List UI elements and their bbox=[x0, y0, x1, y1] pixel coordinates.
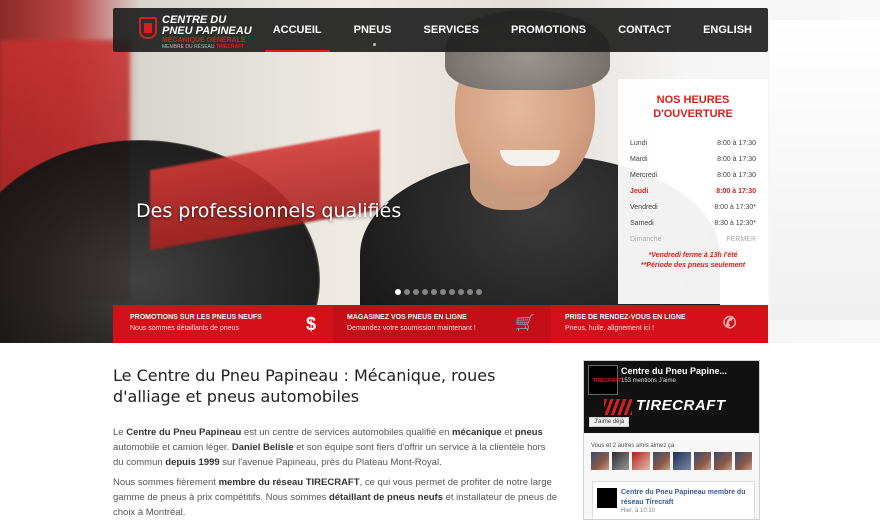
cta-title: PROMOTIONS SUR LES PNEUS NEUFS bbox=[130, 314, 262, 321]
avatar[interactable] bbox=[591, 452, 609, 470]
hours-note: *Vendredi ferme à 13h l'été **Période des… bbox=[640, 252, 746, 269]
nav-item-english[interactable]: ENGLISH bbox=[687, 8, 768, 52]
cta-cart[interactable]: MAGASINEZ VOS PNEUS EN LIGNE Demandez vot… bbox=[333, 305, 551, 343]
nav-item-accueil[interactable]: ACCUEIL bbox=[257, 8, 338, 52]
avatar[interactable] bbox=[714, 452, 732, 470]
facebook-widget[interactable]: TIRECRAFT Centre du Pneu Papine... 153 m… bbox=[583, 360, 760, 520]
hero-window bbox=[770, 20, 880, 320]
slider-dot[interactable] bbox=[422, 289, 428, 295]
avatar[interactable] bbox=[673, 452, 691, 470]
slider-dot[interactable] bbox=[476, 289, 482, 295]
hours-row: Samedi 8:30 à 12:30* bbox=[626, 215, 760, 231]
nav-item-label: SERVICES bbox=[423, 24, 479, 36]
facebook-friend-avatars bbox=[584, 452, 759, 470]
facebook-post-avatar bbox=[597, 488, 617, 508]
slider-dot[interactable] bbox=[467, 289, 473, 295]
cta-dollar[interactable]: PROMOTIONS SUR LES PNEUS NEUFS Nous somme… bbox=[113, 305, 333, 343]
main-navigation: CENTRE DU PNEU PAPINEAU MÉCANIQUE GÉNÉRAL… bbox=[113, 8, 768, 52]
hours-day: Vendredi bbox=[630, 203, 658, 211]
cta-subtitle: Demandez votre soumission maintenant ! bbox=[347, 325, 476, 332]
site-logo[interactable]: CENTRE DU PNEU PAPINEAU MÉCANIQUE GÉNÉRAL… bbox=[139, 14, 252, 50]
facebook-post[interactable]: Centre du Pneu Papineau membre du réseau… bbox=[592, 481, 755, 519]
nav-menu: ACCUEIL PNEUS SERVICES PROMOTIONS CONTACT ENG… bbox=[257, 8, 768, 52]
facebook-like-button[interactable]: J'aime déjà bbox=[589, 417, 630, 427]
intro-paragraph: Le Centre du Pneu Papineau est un centre… bbox=[113, 427, 546, 468]
hours-time: FERMER bbox=[726, 235, 756, 243]
hours-time: 8:00 à 17:30 bbox=[716, 187, 756, 195]
slider-dots bbox=[395, 289, 482, 295]
hours-row: Jeudi 8:00 à 17:30 bbox=[626, 183, 760, 199]
slider-dot[interactable] bbox=[413, 289, 419, 295]
hours-time: 8:00 à 17:30 bbox=[717, 171, 756, 179]
hours-row: Vendredi 8:00 à 17:30* bbox=[626, 199, 760, 215]
hours-table: Lundi 8:00 à 17:30 Mardi 8:00 à 17:30 Mercre… bbox=[626, 135, 760, 247]
cta-title: MAGASINEZ VOS PNEUS EN LIGNE bbox=[347, 314, 467, 321]
cart-icon: 🛒 bbox=[515, 315, 535, 332]
nav-item-promotions[interactable]: PROMOTIONS bbox=[495, 8, 602, 52]
hours-row: Lundi 8:00 à 17:30 bbox=[626, 135, 760, 151]
cta-subtitle: Pneus, huile, alignement ici ! bbox=[565, 325, 655, 332]
logo-shield-icon bbox=[139, 17, 157, 39]
slider-dot[interactable] bbox=[404, 289, 410, 295]
hero-person-smile bbox=[500, 150, 560, 166]
hours-title: NOS HEURES D'OUVERTURE bbox=[653, 94, 733, 120]
slider-dot[interactable] bbox=[440, 289, 446, 295]
cta-phone[interactable]: PRISE DE RENDEZ-VOUS EN LIGNE Pneus, huil… bbox=[551, 305, 768, 343]
hours-day: Jeudi bbox=[630, 187, 649, 195]
logo-text: CENTRE DU PNEU PAPINEAU bbox=[162, 14, 252, 37]
tirecraft-logo-icon bbox=[604, 399, 632, 415]
dropdown-indicator-icon bbox=[372, 43, 376, 46]
dollar-icon: $ bbox=[306, 314, 317, 334]
network-paragraph: Nous sommes fièrement membre du réseau T… bbox=[113, 477, 558, 518]
hours-row: Mercredi 8:00 à 17:30 bbox=[626, 167, 760, 183]
hours-day: Dimanche bbox=[630, 235, 662, 243]
cta-title: PRISE DE RENDEZ-VOUS EN LIGNE bbox=[565, 314, 686, 321]
hero-caption: Des professionnels qualifiés bbox=[136, 200, 402, 222]
hours-day: Samedi bbox=[630, 219, 654, 227]
nav-item-label: CONTACT bbox=[618, 24, 672, 36]
logo-subtitle: MÉCANIQUE GÉNÉRALE bbox=[162, 37, 246, 44]
phone-icon: ✆ bbox=[723, 315, 737, 332]
facebook-cover: TIRECRAFT Centre du Pneu Papine... 153 m… bbox=[584, 361, 759, 433]
nav-item-services[interactable]: SERVICES bbox=[408, 8, 495, 52]
opening-hours-panel: NOS HEURES D'OUVERTURE Lundi 8:00 à 17:30 M… bbox=[618, 79, 768, 304]
hours-day: Mardi bbox=[630, 155, 648, 163]
slider-dot[interactable] bbox=[431, 289, 437, 295]
avatar[interactable] bbox=[693, 452, 711, 470]
page-heading: Le Centre du Pneu Papineau : Mécanique, … bbox=[113, 366, 496, 406]
facebook-cover-brand: TIRECRAFT bbox=[636, 397, 726, 414]
hours-time: 8:00 à 17:30 bbox=[717, 139, 756, 147]
cta-subtitle: Nous sommes détaillants de pneus bbox=[130, 325, 239, 332]
avatar[interactable] bbox=[611, 452, 629, 470]
page: Des professionnels qualifiés CENTRE DU PN… bbox=[0, 0, 880, 520]
hours-row: Dimanche FERMER bbox=[626, 231, 760, 247]
nav-item-label: PROMOTIONS bbox=[510, 24, 587, 36]
hours-day: Lundi bbox=[630, 139, 648, 147]
facebook-page-name[interactable]: Centre du Pneu Papine... bbox=[621, 366, 727, 376]
avatar[interactable] bbox=[632, 452, 650, 470]
avatar[interactable] bbox=[734, 452, 752, 470]
avatar[interactable] bbox=[652, 452, 670, 470]
hours-time: 8:00 à 17:30* bbox=[714, 203, 756, 211]
logo-network: MEMBRE DU RÉSEAU TIRECRAFT bbox=[162, 44, 245, 50]
facebook-likes-count: 153 mentions J'aime bbox=[621, 378, 676, 384]
facebook-friends-text: Vous et 2 autres amis aimez ça bbox=[591, 443, 675, 449]
nav-item-label: ENGLISH bbox=[703, 24, 752, 36]
facebook-post-title[interactable]: Centre du Pneu Papineau membre du réseau… bbox=[621, 488, 754, 508]
nav-item-pneus[interactable]: PNEUS bbox=[338, 8, 408, 52]
nav-item-label: PNEUS bbox=[353, 24, 392, 36]
slider-dot[interactable] bbox=[458, 289, 464, 295]
main-content: Le Centre du Pneu Papineau : Mécanique, … bbox=[113, 365, 558, 520]
hours-row: Mardi 8:00 à 17:30 bbox=[626, 151, 760, 167]
facebook-profile-picture[interactable]: TIRECRAFT bbox=[588, 365, 621, 395]
nav-item-contact[interactable]: CONTACT bbox=[602, 8, 687, 52]
hours-day: Mercredi bbox=[630, 171, 658, 179]
slider-dot[interactable] bbox=[395, 289, 401, 295]
slider-dot[interactable] bbox=[449, 289, 455, 295]
nav-item-label: ACCUEIL bbox=[272, 24, 322, 36]
hours-time: 8:30 à 12:30* bbox=[714, 219, 756, 227]
hours-time: 8:00 à 17:30 bbox=[717, 155, 756, 163]
facebook-post-date: Hier, à 10:10 bbox=[621, 508, 656, 514]
cta-bar: PROMOTIONS SUR LES PNEUS NEUFS Nous somme… bbox=[113, 305, 768, 343]
